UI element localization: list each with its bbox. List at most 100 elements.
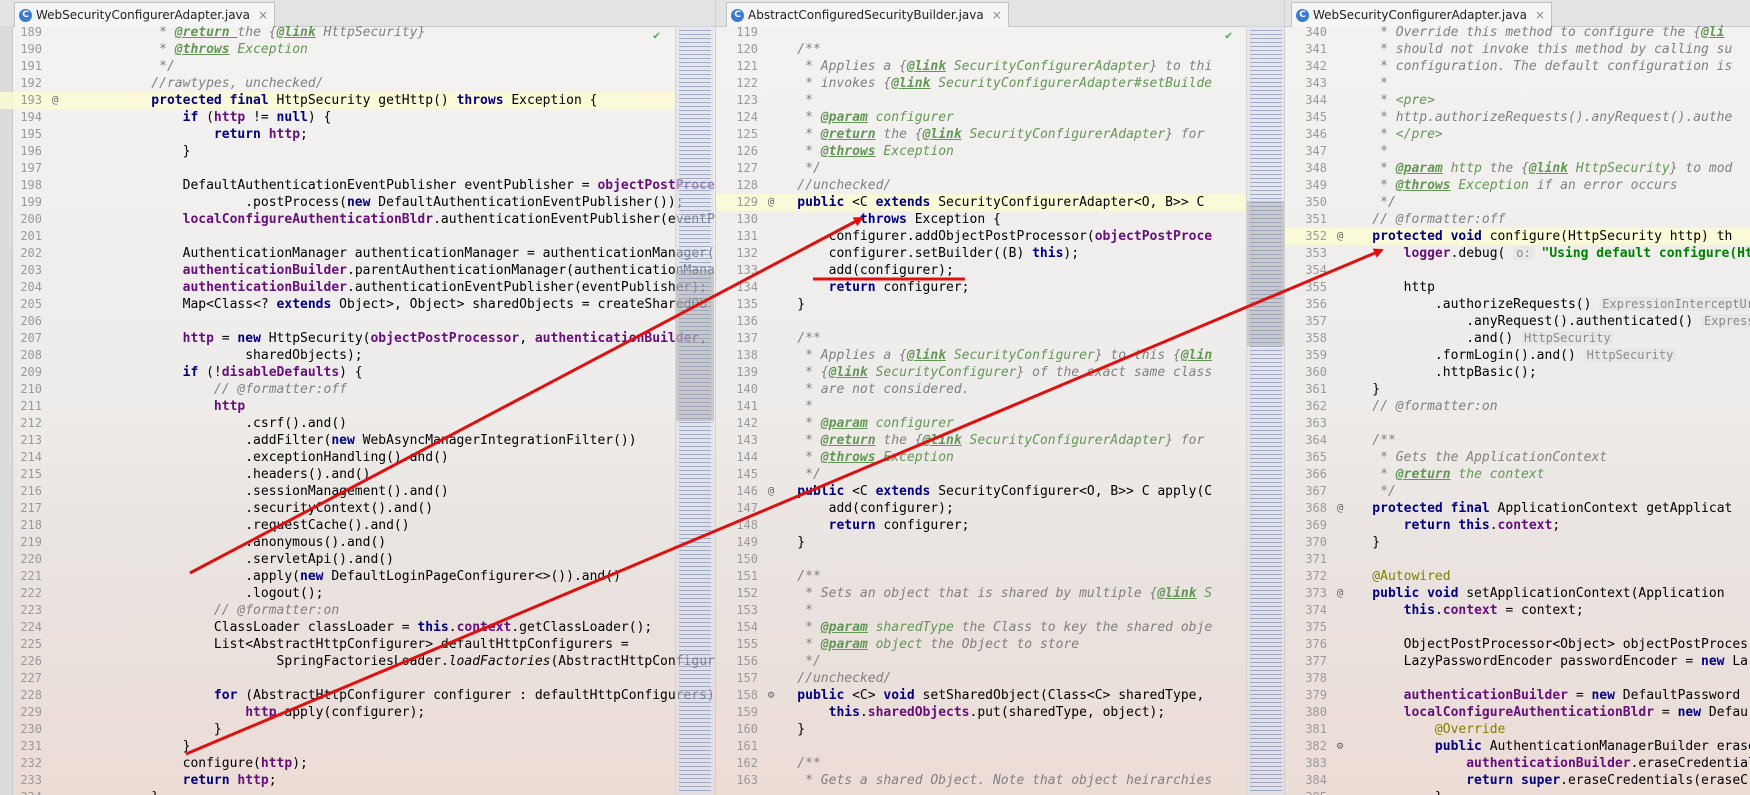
code-line[interactable]: 357 .anyRequest().authenticated() Expres… [1285, 313, 1750, 330]
code-line[interactable]: 134 return configurer; [716, 279, 1246, 296]
code-line[interactable]: 119 [716, 24, 1246, 41]
code-line[interactable]: 367 */ [1285, 483, 1750, 500]
code-line[interactable]: 120 /** [716, 41, 1246, 58]
code-line[interactable]: 342 * configuration. The default configu… [1285, 58, 1750, 75]
code-line[interactable]: 385 } [1285, 789, 1750, 795]
code-line[interactable]: 363 [1285, 415, 1750, 432]
code-line[interactable]: 208 sharedObjects); [0, 347, 675, 364]
code-line[interactable]: 360 .httpBasic(); [1285, 364, 1750, 381]
code-line[interactable]: 153 * [716, 602, 1246, 619]
code-line[interactable]: 157 //unchecked/ [716, 670, 1246, 687]
code-line[interactable]: 137 /** [716, 330, 1246, 347]
code-line[interactable]: 210 // @formatter:off [0, 381, 675, 398]
code-line[interactable]: 372 @Autowired [1285, 568, 1750, 585]
code-line[interactable]: 142 * @param configurer [716, 415, 1246, 432]
code-line[interactable]: 362 // @formatter:on [1285, 398, 1750, 415]
code-line[interactable]: 218 .requestCache().and() [0, 517, 675, 534]
code-line[interactable]: 380 localConfigureAuthenticationBldr = n… [1285, 704, 1750, 721]
code-line[interactable]: 223 // @formatter:on [0, 602, 675, 619]
code-minimap[interactable] [675, 26, 714, 795]
code-line[interactable]: 379 authenticationBuilder = new DefaultP… [1285, 687, 1750, 704]
code-line[interactable]: 162 /** [716, 755, 1246, 772]
code-line[interactable]: 219 .anonymous().and() [0, 534, 675, 551]
code-line[interactable]: 122 * invokes {@link SecurityConfigurerA… [716, 75, 1246, 92]
code-line[interactable]: 212 .csrf().and() [0, 415, 675, 432]
code-line[interactable]: 377 LazyPasswordEncoder passwordEncoder … [1285, 653, 1750, 670]
code-line[interactable]: 128 //unchecked/ [716, 177, 1246, 194]
code-line[interactable]: 348 * @param http the {@link HttpSecurit… [1285, 160, 1750, 177]
code-line[interactable]: 234 } [0, 789, 675, 795]
code-line[interactable]: 353 logger.debug( o: "Using default conf… [1285, 245, 1750, 262]
code-line[interactable]: 228 for (AbstractHttpConfigurer configur… [0, 687, 715, 704]
code-line[interactable]: 198 DefaultAuthenticationEventPublisher … [0, 177, 715, 194]
code-line[interactable]: 204 authenticationBuilder.authentication… [0, 279, 707, 296]
code-line[interactable]: 364 /** [1285, 432, 1750, 449]
code-line[interactable]: 194 if (http != null) { [0, 109, 675, 126]
code-line[interactable]: 145 */ [716, 466, 1246, 483]
code-line[interactable]: 371 [1285, 551, 1750, 568]
code-line[interactable]: 233 return http; [0, 772, 675, 789]
code-line[interactable]: 225 List<AbstractHttpConfigurer> default… [0, 636, 675, 653]
code-line[interactable]: 209 if (!disableDefaults) { [0, 364, 675, 381]
code-line[interactable]: 159 this.sharedObjects.put(sharedType, o… [716, 704, 1246, 721]
code-line[interactable]: 229 http.apply(configurer); [0, 704, 675, 721]
code-line[interactable]: 207 http = new HttpSecurity(objectPostPr… [0, 330, 707, 347]
code-line[interactable]: 201 [0, 228, 675, 245]
code-line[interactable]: 350 */ [1285, 194, 1750, 211]
close-icon[interactable]: × [992, 8, 1002, 22]
code-line[interactable]: 368 @ protected final ApplicationContext … [1285, 500, 1750, 517]
code-line[interactable]: 222 .logout(); [0, 585, 675, 602]
code-line[interactable]: 138 * Applies a {@link SecurityConfigure… [716, 347, 1246, 364]
code-line[interactable]: 356 .authorizeRequests() ExpressionInter… [1285, 296, 1750, 313]
code-line[interactable]: 139 * {@link SecurityConfigurer} of the … [716, 364, 1246, 381]
code-line[interactable]: 349 * @throws Exception if an error occu… [1285, 177, 1750, 194]
close-icon[interactable]: × [1535, 8, 1545, 22]
code-line[interactable]: 133 add(configurer); [716, 262, 1246, 279]
code-line[interactable]: 344 * <pre> [1285, 92, 1750, 109]
code-line[interactable]: 146 @ public <C extends SecurityConfigure… [716, 483, 1246, 500]
code-line[interactable]: 345 * http.authorizeRequests().anyReques… [1285, 109, 1750, 126]
code-line[interactable]: 373 @ public void setApplicationContext(A… [1285, 585, 1750, 602]
code-line[interactable]: 150 [716, 551, 1246, 568]
minimap-viewport[interactable] [676, 271, 714, 421]
code-line[interactable]: 214 .exceptionHandling().and() [0, 449, 675, 466]
code-line[interactable]: 383 authenticationBuilder.eraseCredentia… [1285, 755, 1750, 772]
minimap-viewport[interactable] [1247, 201, 1285, 346]
code-line[interactable]: 341 * should not invoke this method by c… [1285, 41, 1750, 58]
code-line[interactable]: 369 return this.context; [1285, 517, 1750, 534]
code-line[interactable]: 365 * Gets the ApplicationContext [1285, 449, 1750, 466]
code-line[interactable]: 231 } [0, 738, 675, 755]
code-line[interactable]: 125 * @return the {@link SecurityConfigu… [716, 126, 1246, 143]
code-line[interactable]: 155 * @param object the Object to store [716, 636, 1246, 653]
code-line[interactable]: 359 .formLogin().and() HttpSecurity [1285, 347, 1750, 364]
code-line[interactable]: 136 [716, 313, 1246, 330]
code-line[interactable]: 354 [1285, 262, 1750, 279]
code-line[interactable]: 381 @Override [1285, 721, 1750, 738]
code-line[interactable]: 130 throws Exception { [716, 211, 1246, 228]
code-line[interactable]: 366 * @return the context [1285, 466, 1750, 483]
code-line[interactable]: 149 } [716, 534, 1246, 551]
code-line[interactable]: 217 .securityContext().and() [0, 500, 675, 517]
code-line[interactable]: 202 AuthenticationManager authentication… [0, 245, 715, 262]
code-line[interactable]: 220 .servletApi().and() [0, 551, 675, 568]
code-line[interactable]: 135 } [716, 296, 1246, 313]
code-line[interactable]: 216 .sessionManagement().and() [0, 483, 675, 500]
code-line[interactable]: 141 * [716, 398, 1246, 415]
code-line[interactable]: 132 configurer.setBuilder((B) this); [716, 245, 1246, 262]
code-line[interactable]: 163 * Gets a shared Object. Note that ob… [716, 772, 1246, 789]
code-line[interactable]: 158 ⚙ public <C> void setSharedObject(Cla… [716, 687, 1246, 704]
code-line[interactable]: 189 * @return the {@link HttpSecurity} [0, 24, 675, 41]
code-line[interactable]: 147 add(configurer); [716, 500, 1246, 517]
code-line[interactable]: 358 .and() HttpSecurity [1285, 330, 1750, 347]
code-line[interactable]: 226 SpringFactoriesLoader.loadFactories(… [0, 653, 715, 670]
code-line[interactable]: 205 Map<Class<? extends Object>, Object>… [0, 296, 707, 313]
code-line[interactable]: 382 ⚙ public AuthenticationManagerBuilder… [1285, 738, 1750, 755]
code-line[interactable]: 227 [0, 670, 675, 687]
override-marker-icon[interactable]: @ [48, 93, 62, 107]
code-line[interactable]: 192 //rawtypes, unchecked/ [0, 75, 675, 92]
code-line[interactable]: 213 .addFilter(new WebAsyncManagerIntegr… [0, 432, 675, 449]
code-line[interactable]: 355 http [1285, 279, 1750, 296]
code-line[interactable]: 161 [716, 738, 1246, 755]
code-line[interactable]: 151 /** [716, 568, 1246, 585]
code-line[interactable]: 156 */ [716, 653, 1246, 670]
